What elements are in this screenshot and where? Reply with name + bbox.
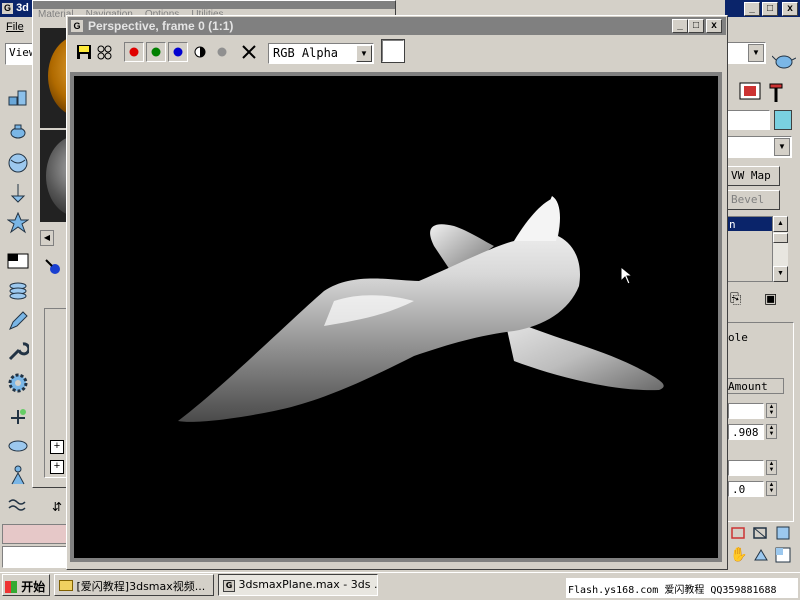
amount-label: Amount (726, 378, 784, 394)
clear-icon[interactable] (240, 43, 258, 64)
layers-icon[interactable] (4, 278, 32, 304)
zoom-all-icon[interactable] (752, 524, 770, 545)
mono-icon[interactable] (192, 44, 208, 63)
render-close-button[interactable]: x (706, 19, 722, 33)
sample-slot-1[interactable] (40, 28, 68, 128)
material-editor-title-bar (33, 1, 395, 9)
uvw-map-button[interactable]: VW Map (726, 166, 780, 186)
rollout-handle-icon[interactable]: ⇵ (52, 500, 66, 514)
left-bottom-swatch (2, 524, 68, 544)
waves-icon[interactable] (4, 492, 32, 518)
left-bottom-field[interactable] (2, 546, 68, 568)
star-icon[interactable] (4, 210, 32, 236)
material-pick-icon[interactable] (44, 258, 62, 276)
orange-sphere-icon (48, 36, 68, 116)
gray-sphere-icon (46, 136, 68, 216)
app-logo-icon: G (2, 3, 13, 14)
value-spinner-3[interactable]: ▲ ▼ (766, 460, 777, 475)
taskbar-item-tutorial-label: [爱闪教程]3dsmax视频... (76, 580, 206, 593)
value-spinner-4[interactable]: ▲ ▼ (766, 481, 777, 496)
render-minimize-button[interactable]: _ (672, 19, 688, 33)
close-button[interactable]: x (782, 2, 798, 16)
rollout-plus-2[interactable]: + (50, 460, 64, 474)
hole-label: ole (728, 331, 748, 344)
system-tray: Flash.ys168.com 爱闪教程 QQ359881688 (566, 578, 798, 598)
gear-icon[interactable] (4, 370, 32, 396)
menu-file[interactable]: File (6, 21, 24, 33)
amount-field-1[interactable] (728, 403, 764, 419)
zoom-extents-icon[interactable] (730, 524, 748, 545)
amount-spinner-2[interactable]: ▲ ▼ (766, 424, 777, 439)
pencil-icon[interactable] (4, 308, 32, 334)
amount-spinner-1[interactable]: ▲ ▼ (766, 403, 777, 418)
rendered-plane-model (178, 196, 664, 422)
teapot-render-icon[interactable] (771, 50, 797, 73)
folder-icon (59, 580, 73, 591)
create-geometry-icon[interactable] (4, 86, 32, 112)
render-maximize-button[interactable]: □ (688, 19, 704, 33)
object-color-swatch[interactable] (774, 110, 792, 130)
sphere-icon[interactable] (4, 150, 32, 176)
red-channel-icon[interactable] (124, 42, 144, 62)
taskbar-item-3dsmax-label: 3dsmaxPlane.max - 3ds ... (238, 578, 378, 591)
sample-scroll-left[interactable]: ◀ (40, 230, 54, 246)
pin-stack-icon[interactable]: ⎘ (730, 290, 741, 307)
green-channel-icon[interactable] (146, 42, 166, 62)
render-window-icon: G (71, 20, 83, 32)
right-dropdown-arrow[interactable]: ▼ (748, 44, 764, 62)
blue-channel-icon[interactable] (168, 42, 188, 62)
channel-dropdown-arrow[interactable]: ▼ (356, 45, 372, 62)
rendered-image (74, 76, 718, 558)
minimize-button[interactable]: _ (744, 2, 760, 16)
hammer-icon[interactable] (766, 80, 790, 104)
sample-slot-2[interactable] (40, 130, 68, 222)
left-toolbar (0, 82, 36, 522)
configure-icon[interactable]: ▣ (764, 290, 777, 307)
color-swatch[interactable] (381, 39, 405, 63)
render-viewport (70, 72, 722, 562)
start-button[interactable]: 开始 (2, 574, 50, 596)
teapot-icon[interactable] (4, 118, 32, 144)
stack-scroll-thumb[interactable] (773, 233, 788, 243)
start-label: 开始 (21, 580, 46, 594)
main-title-text: 3d (16, 2, 29, 14)
stack-scroll-up[interactable]: ▲ (773, 216, 788, 232)
value-field-3[interactable] (728, 460, 764, 476)
object-name-field[interactable] (726, 110, 770, 130)
display-icon[interactable] (738, 80, 762, 104)
render-window-title: Perspective, frame 0 (1:1) (88, 19, 234, 33)
taskbar-item-3dsmax[interactable]: G 3dsmaxPlane.max - 3ds ... (218, 574, 378, 596)
render-title-bar: G Perspective, frame 0 (1:1) (68, 17, 726, 35)
view-dropdown[interactable]: View (5, 43, 35, 65)
stack-scrollbar[interactable]: ▲ ▼ (772, 216, 788, 282)
modifier-dropdown-arrow[interactable]: ▼ (774, 138, 790, 156)
3dsmax-icon: G (223, 580, 235, 592)
figure-icon[interactable] (4, 462, 32, 488)
tool-icon[interactable] (4, 402, 32, 428)
restore-button[interactable]: □ (762, 2, 778, 16)
gray-dot-icon[interactable] (214, 44, 230, 63)
cloud-icon[interactable] (4, 432, 32, 458)
taskbar-item-tutorial[interactable]: [爱闪教程]3dsmax视频... (54, 574, 214, 596)
maximize-viewport-icon[interactable] (774, 546, 792, 567)
stack-scroll-down[interactable]: ▼ (773, 266, 788, 282)
amount-field-2[interactable]: .908 (728, 424, 764, 440)
pan-hand-icon[interactable]: ✋ (730, 546, 747, 563)
panel-icon[interactable] (4, 248, 32, 274)
windows-logo-icon (5, 581, 17, 593)
clone-icon[interactable] (96, 44, 114, 63)
vertical-fin (514, 198, 559, 241)
orbit-icon[interactable] (752, 546, 770, 567)
rollout-plus-1[interactable]: + (50, 440, 64, 454)
field-of-view-icon[interactable] (774, 524, 792, 545)
save-icon[interactable] (76, 44, 92, 63)
value-field-4[interactable]: .0 (728, 481, 764, 497)
mouse-cursor-icon (620, 265, 634, 289)
wrench-icon[interactable] (4, 338, 32, 364)
render-toolbar: RGB Alpha ▼ (68, 36, 726, 68)
bevel-button[interactable]: Bevel (726, 190, 780, 210)
lamp-icon[interactable] (4, 180, 32, 206)
